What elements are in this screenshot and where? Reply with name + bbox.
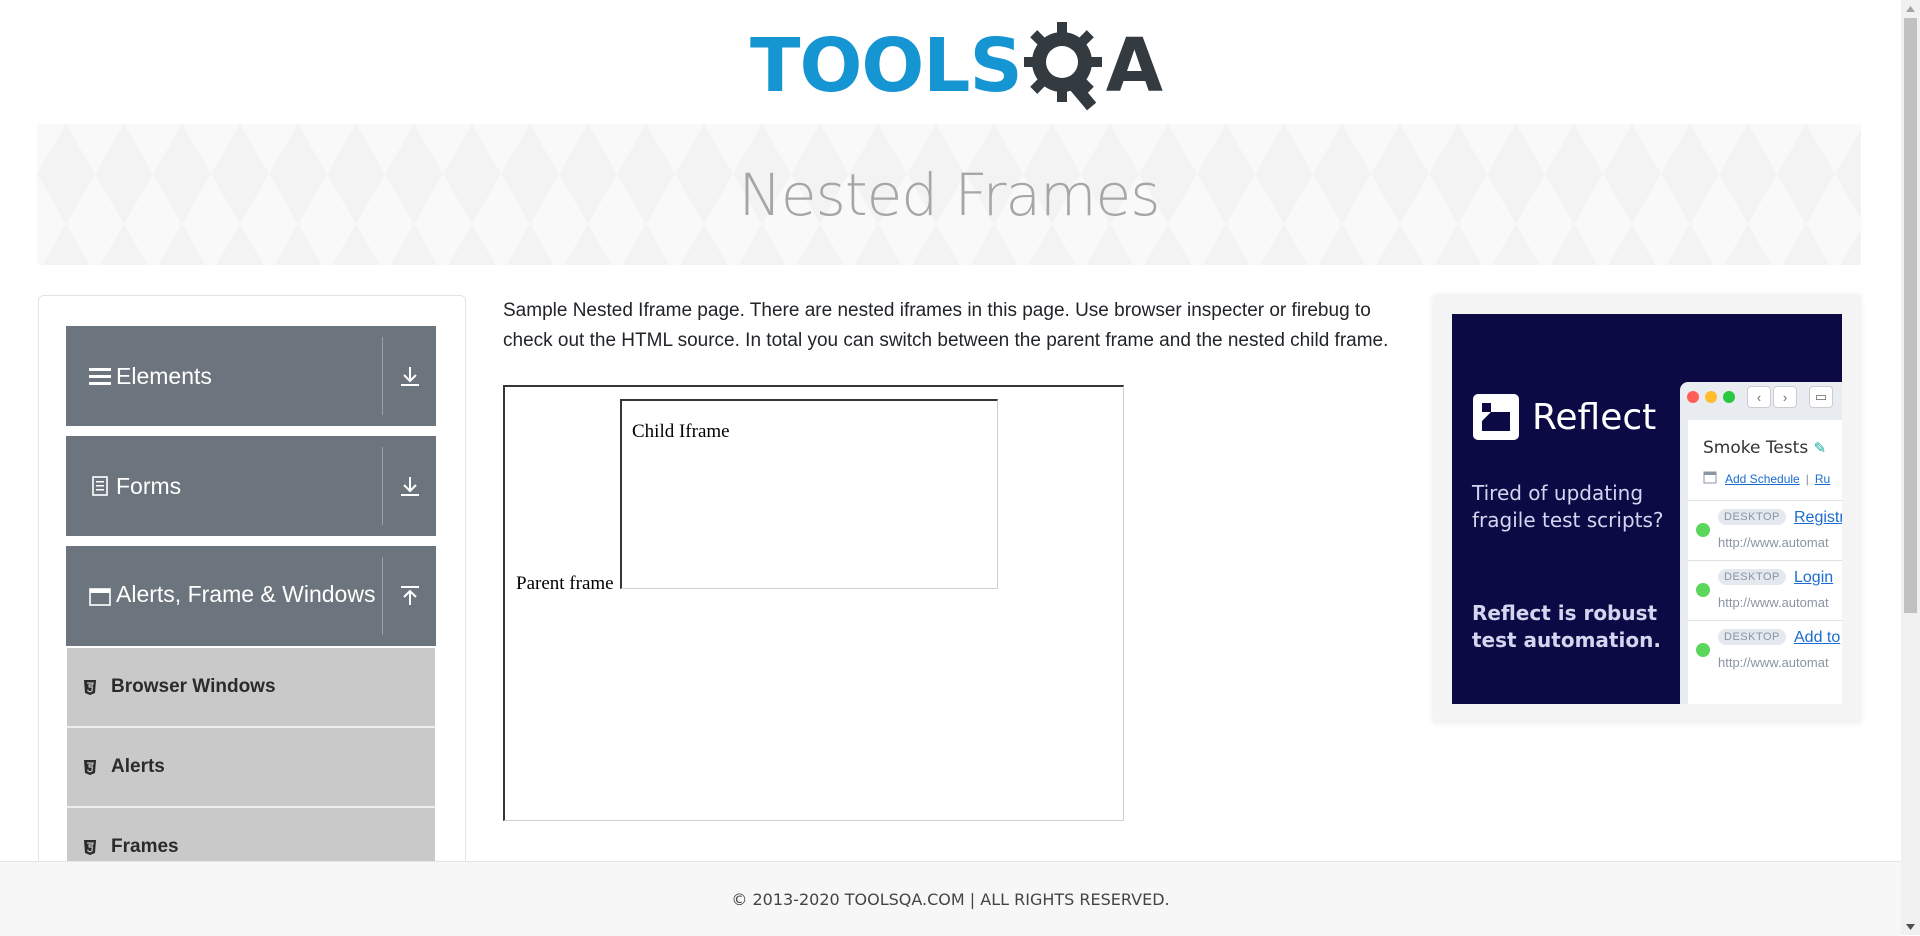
html5-icon <box>83 839 107 856</box>
group-label: Elements <box>116 363 212 389</box>
menu-item-browser-windows[interactable]: Browser Windows <box>67 648 435 728</box>
test-link: Login <box>1794 569 1834 586</box>
test-url: http://www.automat <box>1718 655 1829 670</box>
group-label: Forms <box>116 473 182 499</box>
ad-panel-title: Smoke Tests ✎ <box>1703 438 1826 458</box>
scroll-up-arrow-icon[interactable] <box>1901 0 1920 17</box>
ad-subline: Reflect is robust test automation. <box>1472 601 1661 652</box>
add-schedule-link: Add Schedule <box>1725 471 1800 486</box>
child-frame-text: Child Iframe <box>632 421 730 442</box>
desktop-badge: DESKTOP <box>1718 509 1786 525</box>
status-ok-icon <box>1696 523 1710 537</box>
gear-magnifier-icon <box>1023 22 1102 111</box>
status-ok-icon <box>1696 583 1710 597</box>
test-url: http://www.automat <box>1718 595 1829 610</box>
menu-item-label: Alerts <box>111 756 165 777</box>
ad-window-titlebar: ‹ › ▭ <box>1680 382 1842 412</box>
test-url: http://www.automat <box>1718 535 1829 550</box>
ad-panel-title-text: Smoke Tests <box>1703 438 1809 458</box>
reflect-logo-icon <box>1473 394 1519 440</box>
forward-icon: › <box>1773 386 1797 408</box>
vertical-scrollbar[interactable] <box>1901 0 1920 935</box>
group-forms[interactable]: Forms <box>66 436 436 536</box>
ad-brand: Reflect <box>1473 394 1656 440</box>
logo-a-text: A <box>1105 23 1164 109</box>
download-arrow-icon[interactable] <box>383 365 436 387</box>
page-footer: © 2013-2020 TOOLSQA.COM | ALL RIGHTS RES… <box>0 861 1901 936</box>
sidebar: Elements Forms Alerts, Frame & Windows B… <box>38 295 466 936</box>
toolsqa-logo[interactable]: TOOLS A <box>750 18 1163 114</box>
ad-tagline: Tired of updating fragile test scripts? <box>1472 481 1664 532</box>
download-arrow-icon[interactable] <box>383 475 436 497</box>
ad-brand-name: Reflect <box>1532 396 1657 438</box>
desktop-badge: DESKTOP <box>1718 569 1786 585</box>
page-description: Sample Nested Iframe page. There are nes… <box>503 300 1389 351</box>
html5-icon <box>83 679 107 696</box>
page-banner: Nested Frames <box>37 124 1861 265</box>
calendar-icon <box>1703 470 1717 487</box>
test-link: Add to <box>1794 629 1841 646</box>
parent-frame-text: Parent frame <box>516 573 614 594</box>
ad-panel: Smoke Tests ✎ Add Schedule | Ru DESKTOP … <box>1688 420 1842 704</box>
scrollbar-thumb[interactable] <box>1904 18 1917 613</box>
ad-schedule-row: Add Schedule | Ru <box>1703 470 1830 487</box>
group-alerts-frame-windows[interactable]: Alerts, Frame & Windows <box>66 546 436 646</box>
hamburger-icon <box>86 366 114 386</box>
desktop-badge: DESKTOP <box>1718 629 1786 645</box>
sidebar-toggle-icon: ▭ <box>1809 386 1833 408</box>
ad-test-row: DESKTOP Login http://www.automat <box>1688 560 1842 619</box>
schedule-separator: | <box>1805 471 1809 486</box>
ad-test-row: DESKTOP Registr http://www.automat <box>1688 500 1842 559</box>
group-label: Alerts, Frame & Windows <box>116 581 376 607</box>
scroll-down-arrow-icon[interactable] <box>1901 918 1920 935</box>
minimize-dot-icon <box>1705 391 1717 403</box>
ad-container: Reflect Tired of updating fragile test s… <box>1433 295 1861 723</box>
page-title: Nested Frames <box>738 160 1161 229</box>
pencil-icon: ✎ <box>1813 439 1827 457</box>
upload-arrow-icon[interactable] <box>383 585 436 607</box>
parent-iframe[interactable]: Parent frame Child Iframe <box>503 385 1124 821</box>
document-icon <box>86 476 114 496</box>
test-link: Registr <box>1794 509 1842 526</box>
reflect-ad[interactable]: Reflect Tired of updating fragile test s… <box>1452 314 1842 704</box>
menu-item-label: Browser Windows <box>111 676 276 697</box>
window-icon <box>86 588 114 606</box>
ad-test-row: DESKTOP Add to http://www.automat <box>1688 620 1842 679</box>
menu-item-label: Frames <box>111 836 179 857</box>
child-iframe[interactable]: Child Iframe <box>620 399 998 589</box>
footer-copyright: © 2013-2020 TOOLSQA.COM | ALL RIGHTS RES… <box>731 889 1170 909</box>
status-ok-icon <box>1696 643 1710 657</box>
group-elements[interactable]: Elements <box>66 326 436 426</box>
menu-item-alerts[interactable]: Alerts <box>67 728 435 808</box>
back-icon: ‹ <box>1747 386 1771 408</box>
run-link: Ru <box>1814 471 1831 486</box>
logo-qa-mark: A <box>1023 18 1164 114</box>
close-dot-icon <box>1687 391 1699 403</box>
logo-tools-text: TOOLS <box>750 23 1023 109</box>
html5-icon <box>83 759 107 776</box>
ad-app-window: ‹ › ▭ Smoke Tests ✎ Add Schedule | Ru DE… <box>1680 382 1842 704</box>
maximize-dot-icon <box>1723 391 1735 403</box>
